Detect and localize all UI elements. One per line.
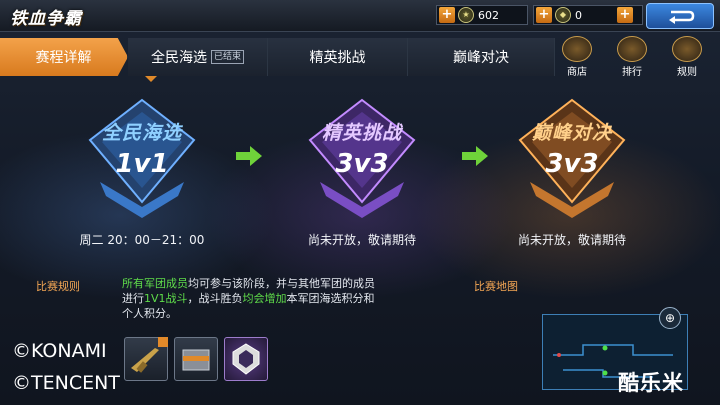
currency-shield: + ◆ 0 + bbox=[533, 5, 643, 25]
tab-pointer bbox=[145, 76, 157, 82]
next-arrow-icon bbox=[236, 146, 262, 166]
stage-mode: 3v3 bbox=[545, 149, 599, 179]
rules-text: 所有军团成员均可参与该阶段，并与其他军团的成员 进行1V1战斗，战斗胜负均会增加… bbox=[122, 276, 422, 321]
rules-highlight: 均会增加 bbox=[242, 292, 287, 305]
stage-audition[interactable]: 全民海选 1v1 bbox=[62, 92, 222, 222]
medal-count: 602 bbox=[478, 8, 499, 22]
add-medal-button[interactable]: + bbox=[439, 7, 455, 23]
tab-audition[interactable]: 全民海选 已结束 bbox=[128, 38, 268, 76]
rank-label: 排行 bbox=[622, 67, 642, 78]
tencent-copyright: ©TENCENT bbox=[12, 372, 120, 394]
shop-button[interactable]: 商店 bbox=[553, 36, 601, 78]
next-arrow-icon bbox=[462, 146, 488, 166]
top-bar: 铁血争霸 + ★ 602 + ◆ 0 + bbox=[0, 0, 720, 32]
back-arrow-icon bbox=[669, 10, 695, 24]
tab-label: 全民海选 bbox=[150, 50, 207, 66]
reward-badge[interactable] bbox=[224, 337, 268, 381]
elite-status: 尚未开放，敬请期待 bbox=[307, 233, 416, 247]
rules-text-part: ，战斗胜负 bbox=[187, 292, 243, 305]
shield-badge-icon bbox=[232, 343, 260, 375]
tab-schedule[interactable]: 赛程详解 bbox=[0, 38, 128, 76]
site-watermark: 酷乐米 bbox=[618, 371, 684, 395]
rules-highlight: 所有军团成员 bbox=[122, 277, 188, 290]
tab-bar: 赛程详解 全民海选 已结束 精英挑战 巅峰对决 bbox=[0, 38, 555, 76]
ended-badge: 已结束 bbox=[210, 50, 244, 64]
rules-button[interactable]: 规则 bbox=[663, 36, 711, 78]
konami-copyright: ©KONAMI bbox=[12, 340, 107, 362]
rank-button[interactable]: 排行 bbox=[608, 36, 656, 78]
stage-elite[interactable]: 精英挑战 3v3 bbox=[282, 92, 442, 222]
final-status: 尚未开放，敬请期待 bbox=[517, 233, 626, 247]
shield-coin-icon: ◆ bbox=[555, 7, 571, 23]
rules-label: 规则 bbox=[677, 67, 697, 78]
rules-text-part: 本军团海选积分和 bbox=[286, 292, 375, 305]
stage-mode: 1v1 bbox=[115, 149, 169, 179]
zoom-icon[interactable]: ⊕ bbox=[659, 307, 681, 329]
tab-label: 巅峰对决 bbox=[453, 50, 509, 66]
rules-text-part: 个人积分。 bbox=[122, 307, 177, 320]
add-shield-button[interactable]: + bbox=[536, 7, 552, 23]
back-button[interactable] bbox=[646, 3, 714, 29]
rules-text-part: 进行 bbox=[122, 292, 144, 305]
rules-text-part: 均可参与该阶段，并与其他军团的成员 bbox=[188, 277, 375, 290]
page-title: 铁血争霸 bbox=[10, 9, 82, 29]
help-icon bbox=[672, 36, 702, 62]
new-flag bbox=[158, 337, 168, 347]
tab-final[interactable]: 巅峰对决 bbox=[408, 38, 555, 76]
stage-name: 精英挑战 bbox=[321, 122, 402, 144]
stage-name: 全民海选 bbox=[101, 122, 182, 144]
stage-name: 巅峰对决 bbox=[531, 122, 612, 144]
medal-coin-icon: ★ bbox=[458, 7, 474, 23]
map-section-label: 比赛地图 bbox=[474, 280, 518, 293]
stage-final[interactable]: 巅峰对决 3v3 bbox=[492, 92, 652, 222]
tab-label: 精英挑战 bbox=[309, 50, 366, 66]
tab-label: 赛程详解 bbox=[35, 50, 92, 66]
shield-count: 0 bbox=[575, 8, 582, 22]
tab-elite[interactable]: 精英挑战 bbox=[268, 38, 408, 76]
audition-time: 周二 20：00－21：00 bbox=[79, 233, 205, 247]
currency-medal: + ★ 602 bbox=[436, 5, 528, 25]
rank-wings-icon bbox=[617, 36, 647, 62]
shop-label: 商店 bbox=[567, 67, 587, 78]
rules-highlight: 1V1战斗 bbox=[144, 292, 188, 305]
add-shield-button-2[interactable]: + bbox=[617, 7, 633, 23]
reward-crate[interactable] bbox=[174, 337, 218, 381]
shop-icon bbox=[562, 36, 592, 62]
reward-rifle[interactable] bbox=[124, 337, 168, 381]
stage-mode: 3v3 bbox=[335, 149, 389, 179]
supply-crate-icon bbox=[182, 349, 210, 371]
rules-section-label: 比赛规则 bbox=[36, 280, 80, 293]
